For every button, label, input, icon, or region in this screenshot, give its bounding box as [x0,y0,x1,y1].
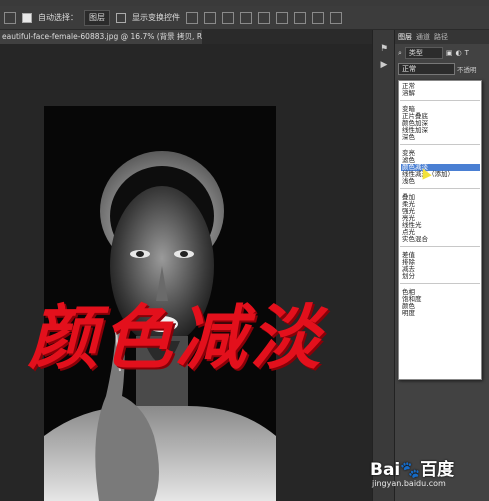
blend-mode-option[interactable]: 溶解 [401,90,480,97]
blend-mode-option[interactable]: 实色混合 [401,236,480,243]
auto-select-label: 自动选择： [38,13,78,22]
align-middle-icon[interactable] [204,11,216,24]
menu-separator [400,188,480,189]
blend-mode-option[interactable]: 浅色 [401,178,480,185]
adjust-filter-icon[interactable]: ◐ [456,49,462,57]
align-right-icon[interactable] [276,11,288,24]
align-top-icon[interactable] [186,11,198,24]
blend-mode-dropdown[interactable]: 正常 [398,63,455,75]
filter-kind-dropdown[interactable]: 类型 [404,47,443,59]
move-tool-icon[interactable] [4,11,16,24]
document-tab[interactable]: eautiful-face-female-60883.jpg @ 16.7% (… [0,30,202,44]
blend-mode-row: 正常 不透明 [395,62,489,76]
document-tab-bar: eautiful-face-female-60883.jpg @ 16.7% (… [0,30,372,44]
tab-channels[interactable]: 通道 [416,30,430,44]
layer-filter-row: ⌕ 类型 ▣ ◐ T [395,44,489,62]
menu-separator [400,100,480,101]
options-bar: 自动选择： 图层 显示变换控件 [0,6,489,30]
blend-mode-option[interactable]: 明度 [401,310,480,317]
show-transform-checkbox[interactable] [116,12,126,23]
tab-layers[interactable]: 图层 [398,30,412,44]
menu-separator [400,144,480,145]
align-center-icon[interactable] [258,11,270,24]
canvas-area[interactable]: 颜色减淡 [0,44,372,501]
menu-separator [400,283,480,284]
baidu-logo-right: 百度 [420,460,455,480]
distribute-icon[interactable] [294,11,306,24]
image-filter-icon[interactable]: ▣ [446,49,453,57]
blend-mode-option[interactable]: 划分 [401,273,480,280]
baidu-paw-icon: 🐾 [400,460,421,479]
tab-paths[interactable]: 路径 [434,30,448,44]
baidu-watermark: Bai🐾百度 jingyan.baidu.com [370,455,488,499]
3d-mode-icon[interactable] [330,11,342,24]
show-transform-label: 显示变换控件 [132,13,180,22]
blend-mode-option[interactable]: 深色 [401,134,480,141]
auto-select-dropdown[interactable]: 图层 [84,9,110,26]
panel-tool-strip: ⚑ ▶ [372,30,395,501]
align-left-icon[interactable] [240,11,252,24]
opacity-label: 不透明 [457,66,477,74]
overlay-title-text: 颜色减淡 [28,296,324,379]
history-icon[interactable]: ⚑ [379,44,389,54]
text-filter-icon[interactable]: T [465,49,469,57]
play-icon[interactable]: ▶ [379,60,389,70]
baidu-logo-left: Bai [370,460,401,480]
auto-select-checkbox[interactable] [22,12,32,23]
distribute-h-icon[interactable] [312,11,324,24]
menu-separator [400,246,480,247]
baidu-url: jingyan.baidu.com [372,479,446,488]
layers-panel-tabs: 图层 通道 路径 [395,30,489,44]
align-bottom-icon[interactable] [222,11,234,24]
blend-mode-menu: 正常 溶解 变暗 正片叠底 颜色加深 线性加深 深色 变亮 滤色 颜色减淡 线性减淡（添加） 浅色 叠加… [398,80,482,380]
baidu-logo: Bai🐾百度 [370,455,454,480]
search-icon: ⌕ [398,48,402,57]
